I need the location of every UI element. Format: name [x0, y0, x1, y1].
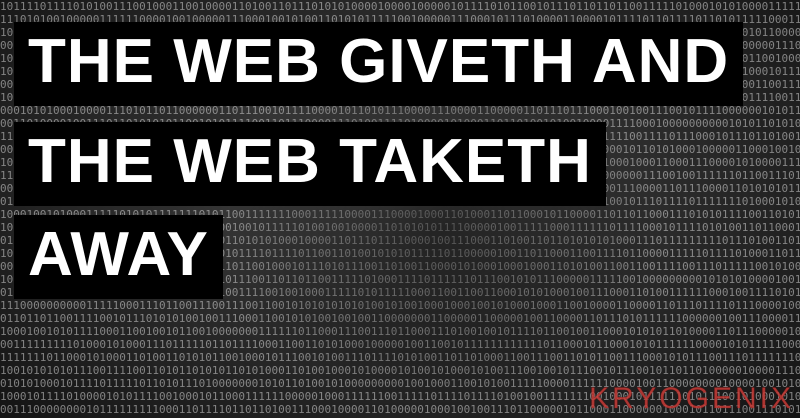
banner-image: 1011110111101010011100100011001000011010… — [0, 0, 800, 418]
face-silhouette — [230, 60, 650, 400]
headline-line-3: AWAY — [14, 215, 223, 299]
headline-line-1: THE WEB GIVETH AND — [14, 22, 744, 106]
headline-line-2: THE WEB TAKETH — [14, 122, 606, 206]
kryogenix-watermark: KRYOGENIX — [589, 382, 794, 416]
